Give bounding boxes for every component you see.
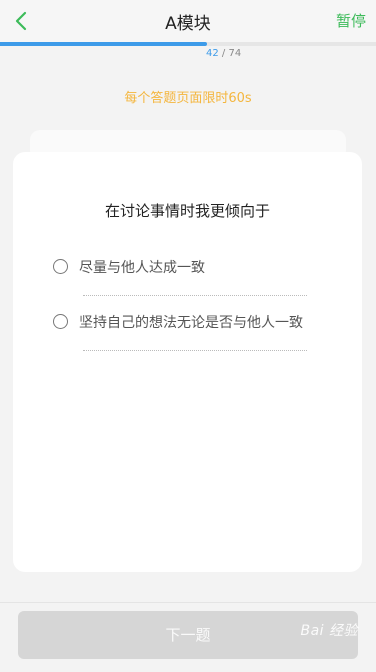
progress-fill	[0, 42, 207, 46]
radio-button[interactable]	[53, 259, 68, 274]
answer-option[interactable]: 尽量与他人达成一致	[53, 256, 333, 298]
answer-option-label: 坚持自己的想法无论是否与他人一致	[79, 315, 303, 331]
time-limit-notice: 每个答题页面限时60s	[124, 91, 252, 106]
progress-bar	[0, 42, 376, 46]
divider	[83, 295, 307, 296]
page-title: A模块	[165, 14, 211, 34]
progress-total: 74	[228, 48, 242, 59]
divider	[83, 350, 307, 351]
watermark: Bai 经验	[300, 623, 358, 639]
answer-option-label: 尽量与他人达成一致	[79, 260, 205, 276]
question-card: 在讨论事情时我更倾向于 尽量与他人达成一致 坚持自己的想法无论是否与他人一致	[13, 152, 362, 572]
pause-button[interactable]: 暂停	[336, 10, 366, 31]
answer-option[interactable]: 坚持自己的想法无论是否与他人一致	[53, 311, 333, 353]
radio-button[interactable]	[53, 314, 68, 329]
progress-current: 42	[206, 48, 219, 59]
question-text: 在讨论事情时我更倾向于	[104, 202, 270, 220]
top-bar: A模块 暂停	[0, 0, 376, 42]
progress-counter: 42 / 74	[206, 48, 241, 59]
progress-separator: /	[221, 48, 226, 59]
